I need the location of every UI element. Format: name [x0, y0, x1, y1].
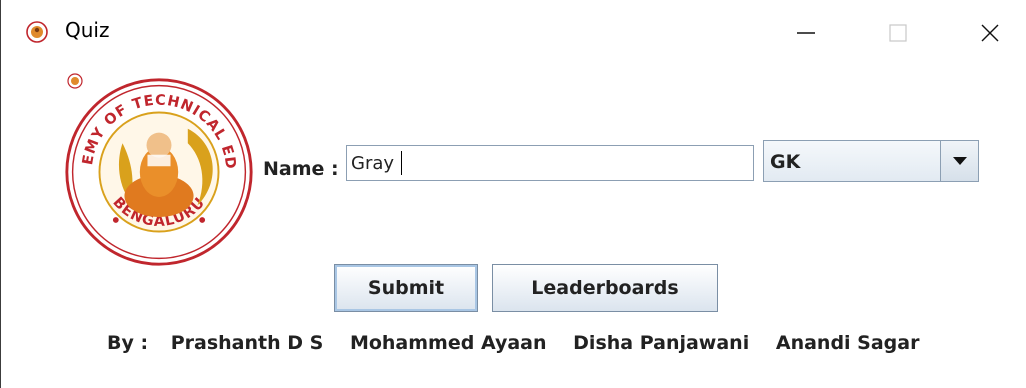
text-caret	[401, 151, 402, 175]
title-bar[interactable]: Quiz	[1, 0, 1026, 60]
maximize-icon	[889, 24, 907, 42]
name-input[interactable]	[346, 145, 754, 181]
category-select[interactable]: GK	[763, 140, 979, 182]
credits-by-label: By :	[107, 332, 149, 354]
quiz-window: Quiz EMY OF TECHNICAL ED BENGALURU Name …	[0, 0, 1026, 388]
credits-author: Anandi Sagar	[775, 332, 920, 354]
credits-author: Mohammed Ayaan	[349, 332, 547, 354]
minimize-icon	[797, 32, 815, 34]
credits-author: Disha Panjawani	[573, 332, 750, 354]
category-dropdown-button[interactable]	[940, 141, 978, 181]
credits-author: Prashanth D S	[170, 332, 324, 354]
name-label: Name :	[263, 158, 339, 180]
content-panel: JSS ACADEMY OF TECHNICAL EDUCATION BENGA…	[1, 60, 1026, 388]
institution-logo: JSS ACADEMY OF TECHNICAL EDUCATION BENGA…	[63, 76, 253, 266]
minimize-button[interactable]	[771, 6, 841, 60]
chevron-down-icon	[952, 157, 967, 165]
submit-button[interactable]: Submit	[334, 264, 478, 312]
close-button[interactable]	[955, 6, 1025, 60]
window-title: Quiz	[65, 18, 110, 42]
leaderboards-button[interactable]: Leaderboards	[492, 264, 718, 312]
category-selected-value: GK	[770, 151, 801, 173]
logo-icon	[26, 21, 48, 43]
maximize-button[interactable]	[863, 6, 933, 60]
close-icon	[981, 24, 999, 42]
credits-line: By : Prashanth D S Mohammed Ayaan Disha …	[107, 332, 939, 354]
